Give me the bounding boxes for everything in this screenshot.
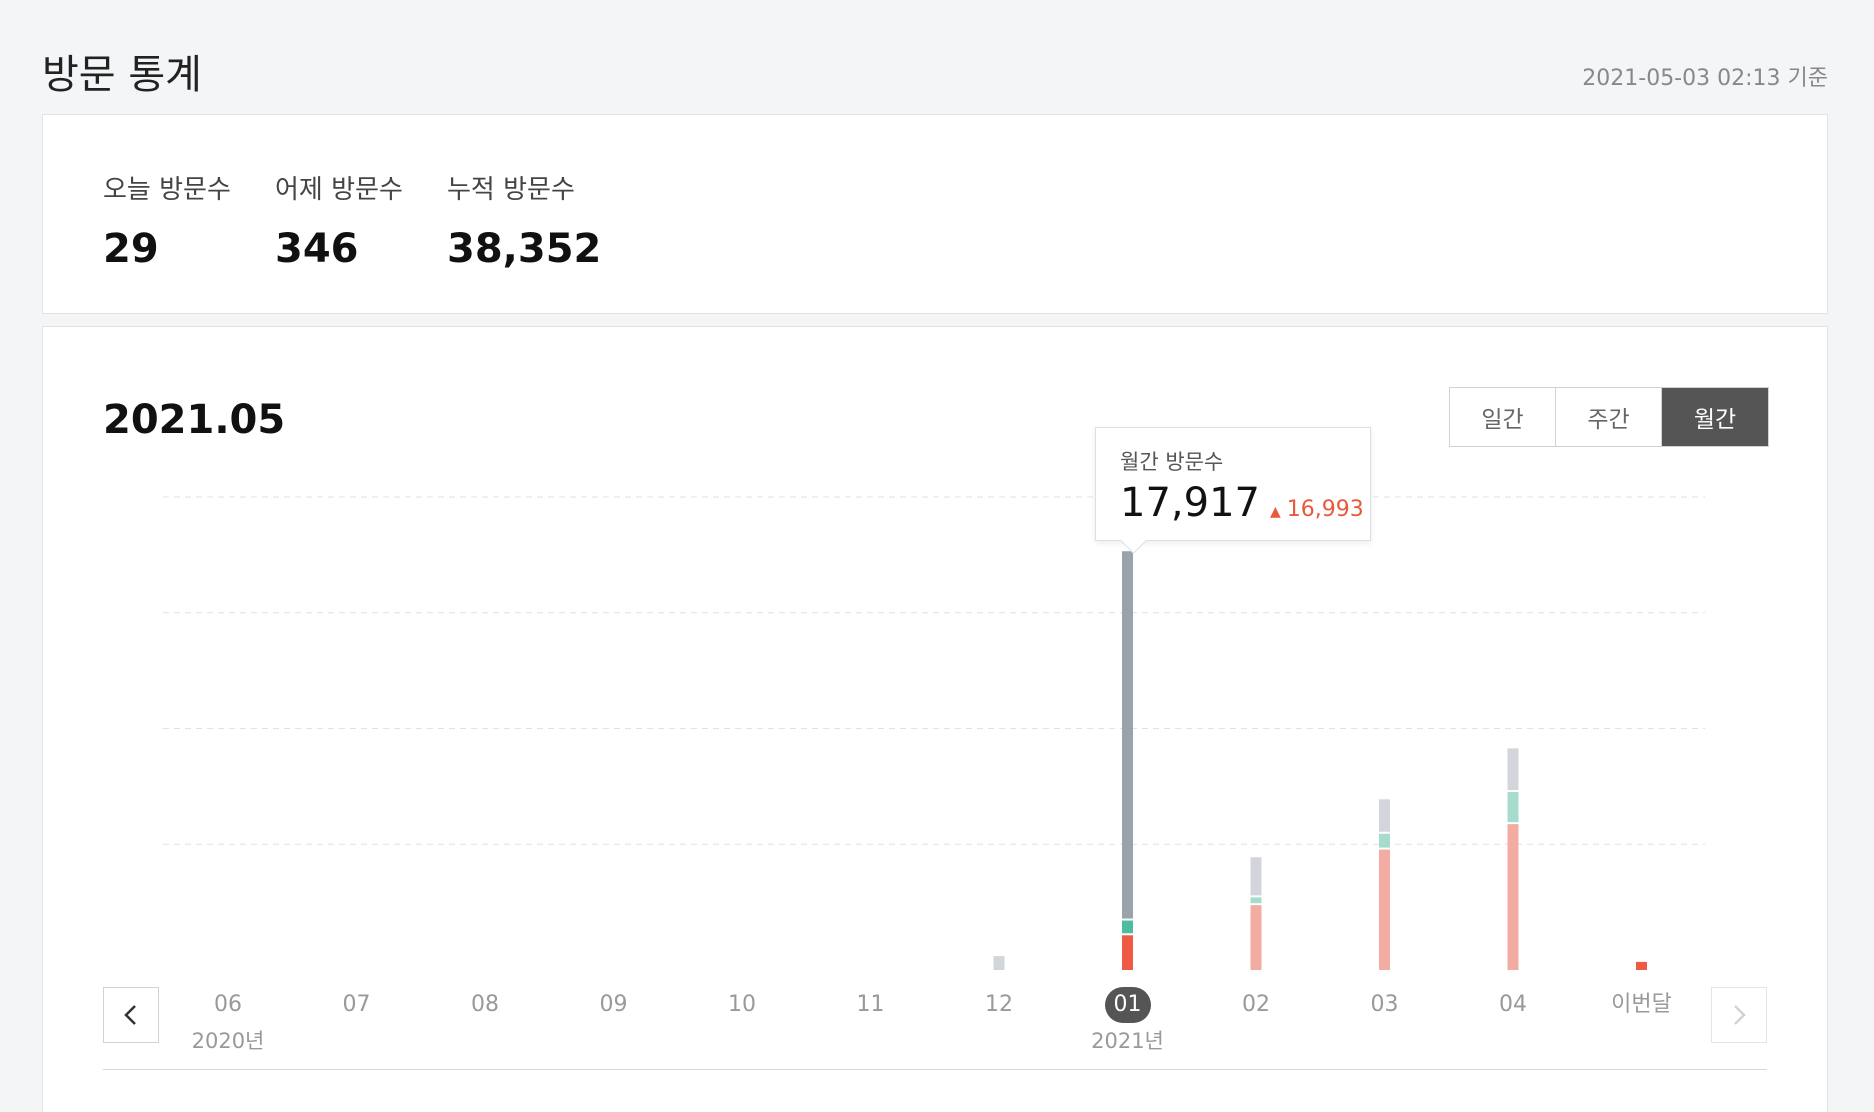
- stat-today: 오늘 방문수 29: [103, 169, 231, 272]
- chevron-left-icon: [124, 1005, 136, 1025]
- stat-today-value: 29: [103, 226, 159, 272]
- next-button[interactable]: [1711, 987, 1767, 1043]
- bar-segment[interactable]: [993, 956, 1005, 970]
- month-label[interactable]: 01: [1088, 987, 1168, 1023]
- triangle-up-icon: ▲: [1269, 504, 1281, 520]
- month-label-text: 04: [1499, 992, 1527, 1017]
- month-label[interactable]: 11: [831, 987, 911, 1023]
- month-label[interactable]: 04: [1473, 987, 1553, 1023]
- chart-card: 2021.05 일간 주간 월간 월간 방문수 17,917 ▲ 16,993 …: [42, 326, 1828, 1112]
- month-label[interactable]: 03: [1345, 987, 1425, 1023]
- updated-timestamp: 2021-05-03 02:13 기준: [1582, 66, 1828, 91]
- visits-bar-chart: [163, 496, 1705, 970]
- bar-segment[interactable]: [1250, 905, 1262, 970]
- month-label-text: 11: [856, 992, 885, 1017]
- month-label[interactable]: 08: [445, 987, 525, 1023]
- divider: [103, 1069, 1767, 1070]
- stat-total-label: 누적 방문수: [447, 175, 575, 205]
- bar-segment[interactable]: [1507, 792, 1519, 823]
- tooltip-label: 월간 방문수: [1120, 450, 1224, 474]
- month-label-text: 03: [1370, 992, 1399, 1017]
- month-label-text: 07: [342, 992, 371, 1017]
- bar-segment[interactable]: [1379, 833, 1390, 848]
- chart-tooltip: 월간 방문수 17,917 ▲ 16,993: [1095, 427, 1371, 541]
- summary-card: 오늘 방문수 29 어제 방문수 346 누적 방문수 38,352: [42, 114, 1828, 314]
- month-label[interactable]: 07: [317, 987, 397, 1023]
- stat-yesterday: 어제 방문수 346: [275, 169, 403, 272]
- stat-yesterday-label: 어제 방문수: [275, 175, 403, 205]
- bar-segment[interactable]: [1507, 824, 1519, 970]
- stat-total-value: 38,352: [447, 226, 602, 272]
- month-label-text: 12: [985, 992, 1013, 1017]
- month-label-text: 01: [1104, 987, 1151, 1023]
- month-label[interactable]: 10: [702, 987, 782, 1023]
- prev-button[interactable]: [103, 987, 159, 1043]
- month-label-text: 이번달: [1611, 992, 1672, 1017]
- bar-segment[interactable]: [1250, 857, 1262, 896]
- bar-segment[interactable]: [1250, 897, 1262, 904]
- tooltip-row: 17,917 ▲ 16,993: [1120, 480, 1364, 526]
- stat-yesterday-value: 346: [275, 226, 359, 272]
- month-label-text: 10: [728, 992, 756, 1017]
- year-label: 2021년: [1091, 1029, 1164, 1053]
- bar-segment[interactable]: [1636, 961, 1647, 970]
- month-label-text: 02: [1242, 992, 1270, 1017]
- bar-segment[interactable]: [1379, 849, 1390, 970]
- bar-segment[interactable]: [1122, 935, 1133, 970]
- month-label-text: 09: [599, 992, 628, 1017]
- year-label: 2020년: [191, 1029, 265, 1053]
- page-title: 방문 통계: [42, 52, 202, 98]
- tooltip-value: 17,917: [1120, 480, 1260, 526]
- tooltip-delta: 16,993: [1286, 497, 1364, 522]
- month-label[interactable]: 이번달: [1602, 987, 1682, 1023]
- month-label[interactable]: 12: [959, 987, 1039, 1023]
- month-label[interactable]: 02: [1216, 987, 1296, 1023]
- month-label[interactable]: 09: [574, 987, 654, 1023]
- bar-segment[interactable]: [1379, 799, 1390, 832]
- stat-today-label: 오늘 방문수: [103, 175, 231, 205]
- month-label-text: 08: [471, 992, 499, 1017]
- chevron-right-icon: [1734, 1005, 1746, 1025]
- bar-segment[interactable]: [1122, 551, 1133, 919]
- month-label-text: 06: [214, 992, 242, 1017]
- bar-segment[interactable]: [1507, 748, 1519, 791]
- stat-total: 누적 방문수 38,352: [447, 169, 601, 272]
- bar-segment[interactable]: [1122, 920, 1133, 934]
- month-label[interactable]: 06: [188, 987, 268, 1023]
